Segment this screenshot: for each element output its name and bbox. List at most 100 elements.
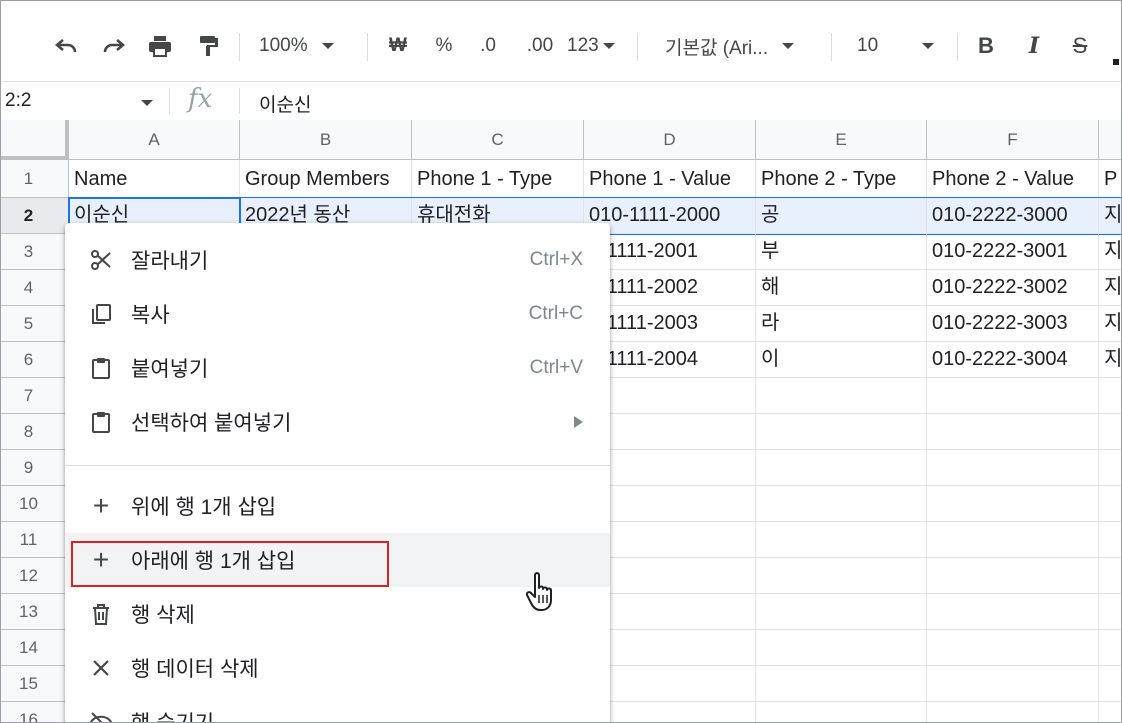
toolbar-divider [637, 33, 638, 61]
zoom-value: 100% [259, 35, 308, 56]
row-header[interactable]: 15 [1, 666, 69, 702]
cell-b1[interactable]: Group Members [240, 160, 412, 198]
column-header-e[interactable]: E [756, 120, 927, 160]
column-header-f[interactable]: F [927, 120, 1099, 160]
font-select[interactable]: 기본값 (Ari... [665, 29, 815, 63]
toolbar: 100% ₩ % .0 .00 123 기본값 (Ari... 10 B I S [1, 1, 1121, 81]
clipboard-icon [87, 408, 115, 436]
row-header[interactable]: 3 [1, 234, 69, 270]
column-header-d[interactable]: D [584, 120, 756, 160]
menu-item-label: 복사 [131, 304, 170, 327]
font-size-select[interactable]: 10 [857, 29, 943, 63]
paint-format-icon[interactable] [189, 29, 227, 63]
cell-e6[interactable]: 이 [756, 342, 927, 378]
menu-item-label: 선택하여 붙여넣기 [131, 412, 292, 435]
row-header[interactable]: 7 [1, 378, 69, 414]
toolbar-divider [831, 33, 832, 61]
cell-f3[interactable]: 010-2222-3001 [927, 234, 1099, 270]
hand-cursor-icon [525, 571, 559, 618]
cell-f2[interactable]: 010-2222-3000 [927, 198, 1099, 234]
column-header-g[interactable] [1099, 120, 1121, 160]
shortcut-label: Ctrl+C [528, 303, 583, 324]
column-header-b[interactable]: B [240, 120, 412, 160]
cell-e3[interactable]: 부 [756, 234, 927, 270]
menu-item-paste[interactable]: 붙여넣기 Ctrl+V [65, 341, 610, 395]
cell-e2[interactable]: 공 [756, 198, 927, 234]
chevron-down-icon [782, 43, 795, 49]
chevron-down-icon[interactable] [141, 100, 153, 106]
cell-e4[interactable]: 해 [756, 270, 927, 306]
increase-decimal-button[interactable]: .00 [519, 29, 561, 63]
row-header[interactable]: 8 [1, 414, 69, 450]
close-icon [87, 654, 115, 682]
cell-g4[interactable]: 지 [1099, 270, 1121, 306]
shortcut-label: Ctrl+V [529, 357, 583, 378]
number-format-label: 123 [567, 35, 599, 56]
cell-g3[interactable]: 지 [1099, 234, 1121, 270]
row-header[interactable]: 9 [1, 450, 69, 486]
menu-item-label: 잘라내기 [131, 250, 209, 273]
formula-divider [239, 88, 240, 114]
clipboard-icon [87, 354, 115, 382]
scissors-icon [87, 246, 115, 274]
menu-item-label: 위에 행 1개 삽입 [131, 496, 277, 519]
menu-item-insert-above[interactable]: + 위에 행 1개 삽입 [65, 479, 610, 533]
zoom-select[interactable]: 100% [259, 29, 355, 63]
fx-icon: fx [188, 84, 213, 114]
row-header[interactable]: 10 [1, 486, 69, 522]
trash-icon [87, 600, 115, 628]
row-header[interactable]: 11 [1, 522, 69, 558]
italic-button[interactable]: I [1019, 29, 1049, 63]
cell-a1[interactable]: Name [69, 160, 240, 198]
currency-format-button[interactable]: ₩ [381, 29, 415, 63]
name-box[interactable]: 2:2 [5, 90, 31, 112]
cell-d1[interactable]: Phone 1 - Value [584, 160, 756, 198]
cell-g2[interactable]: 지 [1099, 198, 1121, 234]
cell-g6[interactable]: 지 [1099, 342, 1121, 378]
increase-decimal-label: .00 [526, 35, 554, 56]
column-header-c[interactable]: C [412, 120, 584, 160]
undo-icon[interactable] [47, 29, 85, 63]
cell-f1[interactable]: Phone 2 - Value [927, 160, 1099, 198]
row-header[interactable]: 16 [1, 702, 69, 722]
cell-e5[interactable]: 라 [756, 306, 927, 342]
cell-g1[interactable]: P [1099, 160, 1121, 198]
menu-item-cut[interactable]: 잘라내기 Ctrl+X [65, 233, 610, 287]
strikethrough-button[interactable]: S [1065, 29, 1095, 63]
submenu-arrow-icon [574, 416, 583, 428]
menu-item-copy[interactable]: 복사 Ctrl+C [65, 287, 610, 341]
cell-f6[interactable]: 010-2222-3004 [927, 342, 1099, 378]
row-header-selected[interactable]: 2 [1, 198, 69, 234]
cell-f5[interactable]: 010-2222-3003 [927, 306, 1099, 342]
eye-off-icon [87, 708, 115, 722]
select-all-corner[interactable] [1, 120, 69, 160]
print-icon[interactable] [141, 29, 179, 63]
row-header[interactable]: 6 [1, 342, 69, 378]
row-header[interactable]: 14 [1, 630, 69, 666]
row-header[interactable]: 13 [1, 594, 69, 630]
row-header[interactable]: 1 [1, 160, 69, 198]
number-format-select[interactable]: 123 [567, 29, 625, 63]
menu-item-paste-special[interactable]: 선택하여 붙여넣기 [65, 395, 610, 449]
menu-item-hide-row[interactable]: 행 숨기기 [65, 695, 610, 722]
row-header[interactable]: 12 [1, 558, 69, 594]
toolbar-overflow-mark [1113, 59, 1119, 65]
cell-c1[interactable]: Phone 1 - Type [412, 160, 584, 198]
empty-grid-area[interactable] [584, 378, 1121, 722]
cell-g5[interactable]: 지 [1099, 306, 1121, 342]
menu-divider [65, 465, 610, 466]
cell-e1[interactable]: Phone 2 - Type [756, 160, 927, 198]
row-header[interactable]: 4 [1, 270, 69, 306]
menu-item-clear-row[interactable]: 행 데이터 삭제 [65, 641, 610, 695]
formula-bar: 2:2 fx 이순신 [1, 81, 1121, 121]
row-header[interactable]: 5 [1, 306, 69, 342]
shortcut-label: Ctrl+X [529, 249, 583, 270]
formula-input[interactable]: 이순신 [259, 90, 311, 117]
bold-button[interactable]: B [971, 29, 1001, 63]
percent-format-button[interactable]: % [427, 29, 461, 63]
cell-f4[interactable]: 010-2222-3002 [927, 270, 1099, 306]
redo-icon[interactable] [95, 29, 133, 63]
column-header-a[interactable]: A [69, 120, 240, 160]
copy-icon [87, 300, 115, 328]
decrease-decimal-button[interactable]: .0 [471, 29, 505, 63]
